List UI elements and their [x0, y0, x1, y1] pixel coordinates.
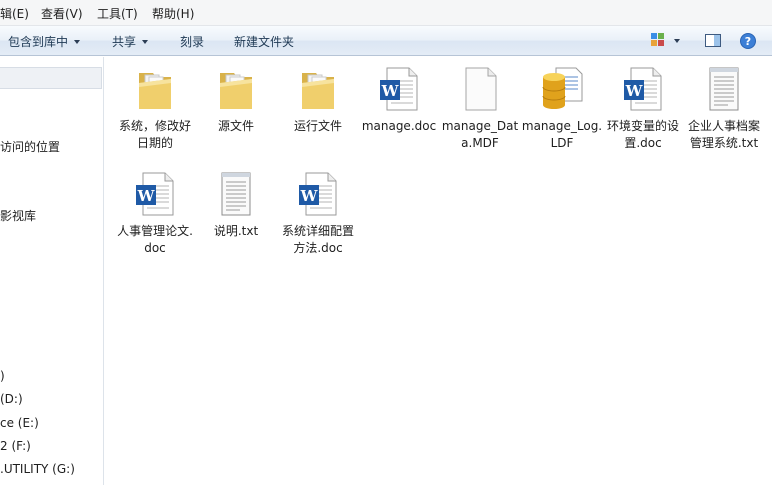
file-item[interactable]: 源文件	[195, 65, 277, 135]
nav-item-drive-c[interactable]: )	[0, 369, 5, 383]
file-name: 人事管理论文.doc	[117, 224, 193, 255]
folder-icon	[212, 65, 260, 113]
file-item[interactable]: W 环境变量的设置.doc	[602, 65, 684, 152]
file-name: 企业人事档案管理系统.txt	[687, 119, 760, 150]
file-item[interactable]: 企业人事档案管理系统.txt	[683, 65, 765, 152]
file-list[interactable]: 系统，修改好日期的 源文件 运行文件 W manage.doc manage_D…	[105, 57, 772, 485]
word-document-icon: W	[375, 65, 423, 113]
file-item[interactable]: manage_Log.LDF	[521, 65, 603, 152]
menu-tools[interactable]: 工具(T)	[97, 5, 138, 22]
text-file-icon	[700, 65, 748, 113]
share-label: 共享	[112, 35, 137, 49]
file-item[interactable]: 说明.txt	[195, 170, 277, 240]
chevron-down-icon	[142, 40, 149, 44]
file-item[interactable]: W 人事管理论文.doc	[114, 170, 196, 257]
word-document-icon: W	[619, 65, 667, 113]
help-icon: ?	[740, 33, 756, 49]
svg-text:?: ?	[745, 35, 751, 48]
svg-text:W: W	[381, 82, 400, 100]
menu-view[interactable]: 查看(V)	[41, 5, 83, 22]
change-view-button[interactable]	[650, 32, 684, 53]
file-name: manage_Log.LDF	[521, 119, 603, 150]
file-item[interactable]: 系统，修改好日期的	[114, 65, 196, 152]
svg-text:W: W	[625, 82, 644, 100]
menu-edit[interactable]: 编辑(E)	[0, 5, 29, 22]
file-name: 系统详细配置方法.doc	[281, 224, 354, 255]
nav-item-drive-f[interactable]: 2 (F:)	[0, 439, 31, 453]
file-item[interactable]: manage_Data.MDF	[439, 65, 521, 152]
chevron-down-icon	[74, 40, 81, 44]
text-file-icon	[212, 170, 260, 218]
folder-icon	[131, 65, 179, 113]
file-item[interactable]: W 系统详细配置方法.doc	[277, 170, 359, 257]
nav-item-videos[interactable]: 影视库	[0, 207, 36, 224]
file-name: 环境变量的设置.doc	[606, 119, 679, 150]
burn-button[interactable]: 刻录	[180, 33, 204, 50]
nav-item-drive-d[interactable]: (D:)	[0, 392, 23, 406]
word-document-icon: W	[131, 170, 179, 218]
preview-pane-icon	[705, 34, 721, 47]
share-button[interactable]: 共享	[112, 33, 149, 50]
command-bar: 包含到库中 共享 刻录 新建文件夹 ?	[0, 26, 772, 56]
nav-item-drive-g[interactable]: .UTILITY (G:)	[0, 462, 75, 476]
include-in-library-button[interactable]: 包含到库中	[8, 33, 81, 50]
generic-file-icon	[456, 65, 504, 113]
file-item[interactable]: 运行文件	[277, 65, 359, 135]
folder-icon	[294, 65, 342, 113]
file-name: 运行文件	[293, 119, 342, 133]
preview-pane-button[interactable]	[704, 32, 722, 53]
file-name: manage_Data.MDF	[441, 119, 519, 150]
new-folder-button[interactable]: 新建文件夹	[234, 33, 294, 50]
file-name: 源文件	[217, 119, 254, 133]
file-name: manage.doc	[361, 119, 437, 133]
help-button[interactable]: ?	[739, 32, 757, 53]
svg-text:W: W	[137, 187, 156, 205]
menu-help[interactable]: 帮助(H)	[152, 5, 194, 22]
navigation-pane[interactable]: 访问的位置 影视库 ) (D:) ce (E:) 2 (F:) .UTILITY…	[0, 57, 104, 485]
include-in-library-label: 包含到库中	[8, 35, 69, 49]
file-name: 系统，修改好日期的	[118, 119, 191, 150]
nav-selected-item[interactable]	[0, 67, 102, 89]
svg-text:W: W	[300, 187, 319, 205]
database-file-icon	[538, 65, 586, 113]
nav-item-recent-places[interactable]: 访问的位置	[0, 138, 60, 155]
file-item[interactable]: W manage.doc	[358, 65, 440, 135]
nav-item-drive-e[interactable]: ce (E:)	[0, 416, 39, 430]
file-name: 说明.txt	[213, 224, 259, 238]
word-document-icon: W	[294, 170, 342, 218]
menu-bar: 编辑(E) 查看(V) 工具(T) 帮助(H)	[0, 0, 772, 26]
view-options-icon	[651, 33, 680, 46]
